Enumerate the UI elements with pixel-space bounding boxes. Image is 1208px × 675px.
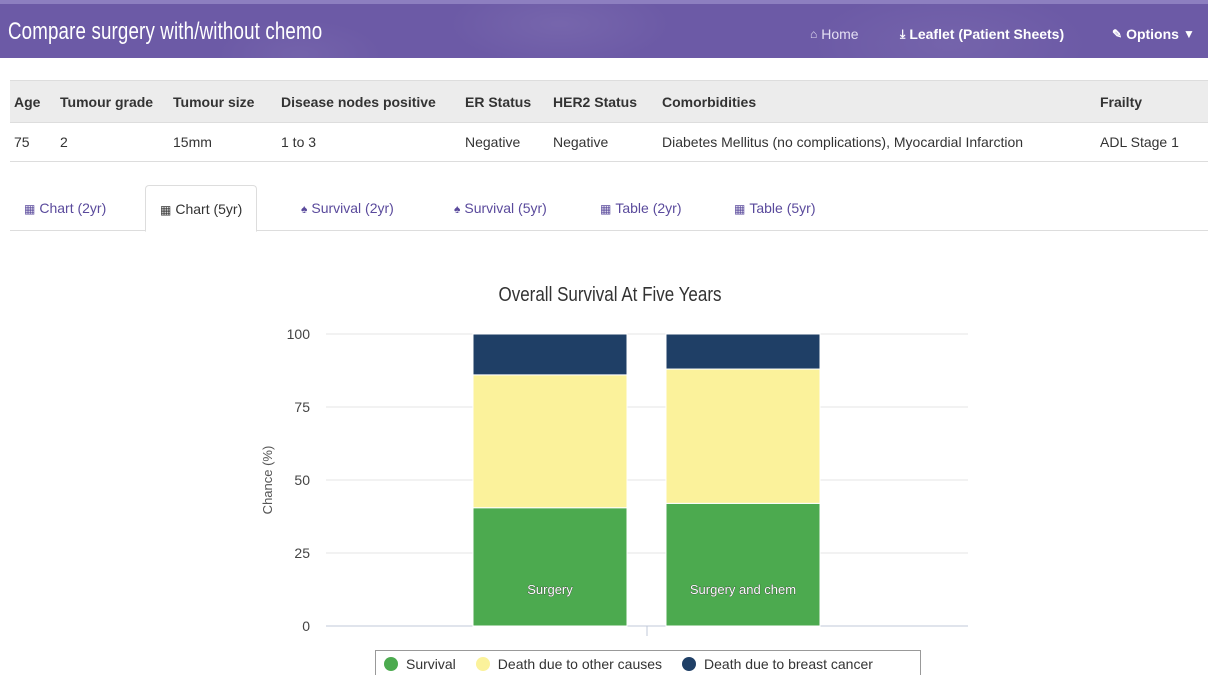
options-label: Options bbox=[1126, 26, 1179, 42]
tab-chart-2yr[interactable]: ▦ Chart (2yr) bbox=[10, 185, 120, 231]
y-axis-label: Chance (%) bbox=[260, 446, 275, 515]
table-cell: 75 bbox=[10, 122, 56, 162]
table-cell: 1 to 3 bbox=[277, 122, 461, 162]
tab-label: Survival (5yr) bbox=[464, 200, 547, 216]
table-cell: ADL Stage 1 bbox=[1096, 122, 1208, 162]
app-header: Compare surgery with/without chemo ⌂ Hom… bbox=[0, 0, 1208, 58]
y-tick-label: 0 bbox=[302, 618, 310, 634]
chart-legend: Survival Death due to other causes Death… bbox=[375, 650, 921, 675]
y-tick-label: 50 bbox=[294, 472, 310, 488]
tab-label: Chart (5yr) bbox=[175, 201, 243, 217]
table-icon: ▦ bbox=[734, 202, 746, 216]
bar-category-label: Surgery bbox=[527, 582, 573, 597]
person-icon: ♠ bbox=[454, 202, 461, 216]
legend-label: Death due to other causes bbox=[497, 655, 663, 672]
table-cell: 2 bbox=[56, 122, 169, 162]
table-header-row: Age Tumour grade Tumour size Disease nod… bbox=[10, 80, 1208, 123]
tab-label: Table (2yr) bbox=[615, 200, 682, 216]
caret-down-icon: ▼ bbox=[1182, 27, 1195, 41]
bar-chart-icon: ▦ bbox=[160, 203, 172, 217]
tab-survival-5yr[interactable]: ♠ Survival (5yr) bbox=[440, 185, 561, 231]
legend-item-breast-cancer[interactable]: Death due to breast cancer bbox=[682, 656, 873, 672]
home-link[interactable]: ⌂ Home bbox=[810, 26, 859, 42]
view-tabs: ▦ Chart (2yr) ▦ Chart (5yr) ♠ Survival (2yr… bbox=[10, 185, 1208, 232]
legend-item-survival[interactable]: Survival bbox=[384, 656, 456, 672]
column-header: HER2 Status bbox=[549, 80, 658, 123]
tab-table-5yr[interactable]: ▦ Table (5yr) bbox=[720, 185, 829, 231]
column-header: ER Status bbox=[461, 80, 549, 123]
bar-segment bbox=[472, 507, 628, 627]
person-icon: ♠ bbox=[301, 202, 308, 216]
column-header: Tumour grade bbox=[56, 80, 169, 123]
bar-category-label: Surgery and chem bbox=[690, 582, 796, 597]
table-cell: Negative bbox=[549, 122, 658, 162]
bar-segment bbox=[665, 368, 821, 504]
bar-segment bbox=[665, 502, 821, 627]
chart-canvas: 0 25 50 75 100 Chance (%) Surgery Surgery and c… bbox=[260, 326, 968, 636]
download-icon: ⤓ bbox=[900, 26, 906, 41]
table-row: 75 2 15mm 1 to 3 Negative Negative Diabe… bbox=[10, 122, 1208, 162]
leaflet-label: Leaflet (Patient Sheets) bbox=[909, 26, 1065, 42]
column-header: Comorbidities bbox=[658, 80, 1096, 123]
bar-chart-icon: ▦ bbox=[24, 202, 36, 216]
tab-label: Chart (2yr) bbox=[39, 200, 107, 216]
table-cell: 15mm bbox=[169, 122, 277, 162]
survival-chart: Overall Survival At Five Years 0 25 50 75 10… bbox=[250, 270, 970, 675]
edit-icon: ✎ bbox=[1112, 27, 1123, 41]
bar-segment bbox=[472, 374, 628, 509]
legend-label: Survival bbox=[406, 655, 456, 672]
column-header: Frailty bbox=[1096, 80, 1208, 123]
home-label: Home bbox=[821, 26, 859, 42]
column-header: Disease nodes positive bbox=[277, 80, 461, 123]
legend-label: Death due to breast cancer bbox=[704, 655, 873, 672]
tab-chart-5yr[interactable]: ▦ Chart (5yr) bbox=[145, 185, 258, 232]
y-tick-label: 25 bbox=[294, 545, 310, 561]
home-icon: ⌂ bbox=[810, 27, 818, 41]
tab-survival-2yr[interactable]: ♠ Survival (2yr) bbox=[287, 185, 408, 231]
y-tick-label: 100 bbox=[287, 326, 311, 342]
legend-swatch bbox=[475, 656, 490, 671]
legend-swatch bbox=[384, 656, 398, 671]
table-cell: Negative bbox=[461, 122, 549, 162]
page-title: Compare surgery with/without chemo bbox=[8, 18, 323, 45]
tab-table-2yr[interactable]: ▦ Table (2yr) bbox=[586, 185, 695, 231]
legend-item-other-causes[interactable]: Death due to other causes bbox=[475, 655, 663, 672]
leaflet-link[interactable]: ⤓ Leaflet (Patient Sheets) bbox=[900, 26, 1064, 42]
column-header: Age bbox=[10, 80, 56, 123]
patient-details-table: Age Tumour grade Tumour size Disease nod… bbox=[10, 80, 1208, 162]
tab-label: Survival (2yr) bbox=[311, 200, 394, 216]
column-header: Tumour size bbox=[169, 80, 277, 123]
bar-segment bbox=[472, 333, 628, 376]
table-cell: Diabetes Mellitus (no complications), My… bbox=[658, 122, 1096, 162]
options-menu[interactable]: ✎ Options ▼ bbox=[1112, 26, 1195, 42]
tab-label: Table (5yr) bbox=[749, 200, 816, 216]
y-tick-label: 75 bbox=[294, 399, 310, 415]
bar-segment bbox=[665, 333, 821, 370]
table-icon: ▦ bbox=[600, 202, 612, 216]
legend-swatch bbox=[682, 656, 697, 671]
